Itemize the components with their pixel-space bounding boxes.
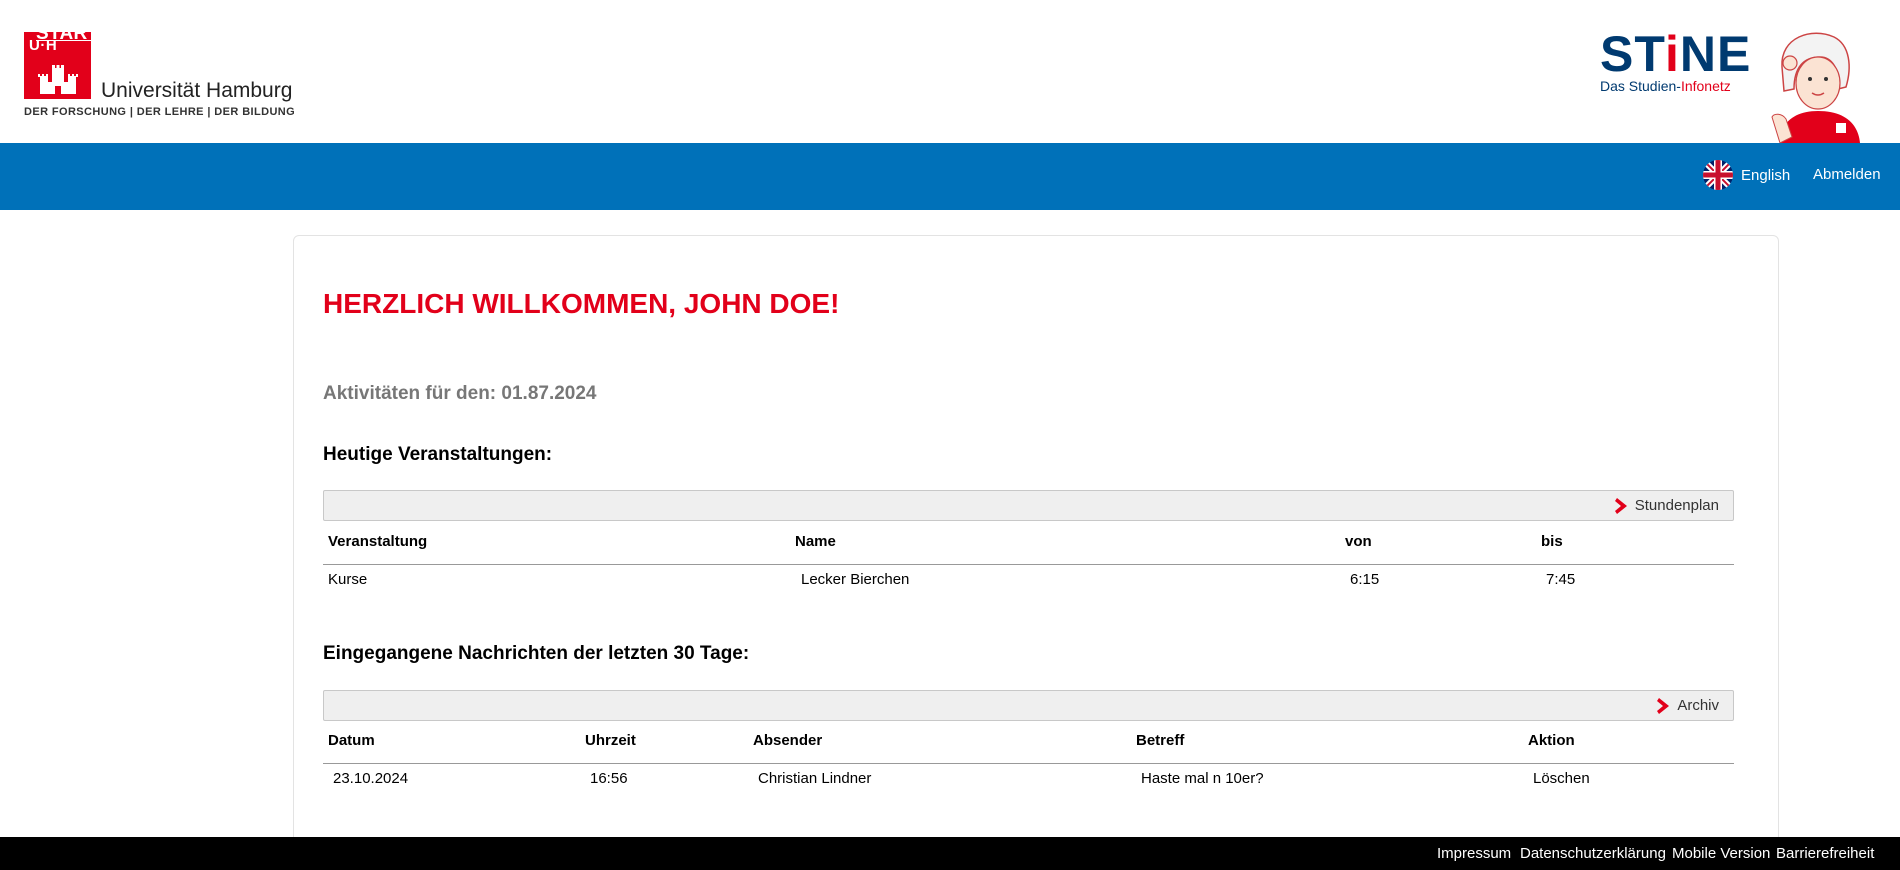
column-header-name: Name bbox=[795, 533, 836, 550]
page-title: HERZLICH WILLKOMMEN, JOHN DOE! bbox=[323, 288, 840, 319]
footer-link-mobile[interactable]: Mobile Version bbox=[1672, 837, 1770, 870]
column-header-aktion: Aktion bbox=[1528, 732, 1575, 749]
courses-toolbar: Stundenplan bbox=[323, 490, 1734, 521]
castle-icon bbox=[38, 65, 78, 94]
nav-item-benutzerkonto[interactable]: BENUTZERKONTO bbox=[745, 0, 921, 67]
footer-link-impressum[interactable]: Impressum bbox=[1437, 837, 1511, 870]
logout-link[interactable]: Abmelden bbox=[1813, 160, 1881, 190]
message-sender-cell: Christian Lindner bbox=[758, 770, 872, 787]
delete-message-button[interactable]: Löschen bbox=[1533, 770, 1590, 787]
stine-logo[interactable]: STiNE Das Studien-Infonetz bbox=[1596, 25, 1881, 143]
course-type-cell: Kurse bbox=[328, 571, 368, 588]
column-header-veranstaltung: Veranstaltung bbox=[328, 533, 428, 550]
stine-wordmark: STiNE bbox=[1600, 26, 1752, 82]
column-header-datum: Datum bbox=[328, 732, 375, 749]
archive-link-label: Archiv bbox=[1677, 697, 1719, 714]
language-label: English bbox=[1741, 166, 1791, 184]
mascot-illustration bbox=[1771, 32, 1860, 143]
university-name: Universität Hamburg bbox=[101, 79, 293, 102]
uk-flag-icon bbox=[1703, 160, 1733, 190]
column-header-uhrzeit: Uhrzeit bbox=[585, 732, 636, 749]
timetable-link-label: Stundenplan bbox=[1634, 497, 1719, 514]
university-tagline: DER FORSCHUNG | DER LEHRE | DER BILDUNG bbox=[24, 106, 296, 118]
nav-item-faq[interactable]: FAQ bbox=[1221, 0, 1261, 67]
messages-toolbar: Archiv bbox=[323, 690, 1734, 721]
stine-subtitle-suffix: Infonetz bbox=[1680, 78, 1731, 94]
table-header-divider bbox=[323, 763, 1734, 764]
nav-item-service[interactable]: SERVICE bbox=[1295, 0, 1380, 67]
stine-subtitle: Das Studien-Infonetz bbox=[1600, 78, 1731, 94]
archive-link[interactable]: Archiv bbox=[1657, 691, 1719, 720]
nav-item-termine[interactable]: TERMINE bbox=[181, 0, 269, 67]
message-subject-cell[interactable]: Haste mal n 10er? bbox=[1141, 770, 1264, 787]
language-switch[interactable]: English bbox=[1703, 160, 1790, 190]
course-end-cell: 7:45 bbox=[1546, 571, 1576, 588]
course-name-cell[interactable]: Lecker Bierchen bbox=[801, 571, 909, 588]
stine-subtitle-prefix: Das Studien- bbox=[1600, 78, 1681, 94]
main-navigation bbox=[0, 143, 1900, 210]
nav-item-startseite[interactable]: STARTSEITE bbox=[36, 0, 156, 67]
column-header-bis: bis bbox=[1541, 533, 1563, 550]
chevron-right-icon bbox=[1657, 697, 1670, 714]
chevron-right-icon bbox=[1614, 497, 1627, 514]
timetable-link[interactable]: Stundenplan bbox=[1614, 491, 1719, 520]
message-date-cell: 23.10.2024 bbox=[333, 770, 409, 787]
column-header-von: von bbox=[1345, 533, 1372, 550]
footer-link-barrierefreiheit[interactable]: Barrierefreiheit bbox=[1776, 837, 1874, 870]
nav-item-nachrichten[interactable]: NACHRICHTEN bbox=[300, 0, 443, 67]
section-title-courses: Heutige Veranstaltungen: bbox=[323, 444, 553, 465]
column-header-absender: Absender bbox=[753, 732, 823, 749]
footer-link-datenschutz[interactable]: Datenschutzerklärung bbox=[1520, 837, 1666, 870]
activities-date: Aktivitäten für den: 01.87.2024 bbox=[323, 383, 597, 404]
message-time-cell: 16:56 bbox=[590, 770, 628, 787]
nav-item-studium[interactable]: STUDIUM bbox=[623, 0, 712, 67]
table-header-divider bbox=[323, 564, 1734, 565]
column-header-betreff: Betreff bbox=[1136, 732, 1185, 749]
section-title-messages: Eingegangene Nachrichten der letzten 30 … bbox=[323, 643, 750, 664]
nav-item-vorlesungsverzeichnis[interactable]: VORLESUNGSVERZEICHNIS bbox=[942, 0, 1209, 67]
course-start-cell: 6:15 bbox=[1350, 571, 1380, 588]
nav-item-bewerbung[interactable]: BEWERBUNG bbox=[469, 0, 598, 67]
nav-item-kontakt[interactable]: KONTAKT bbox=[1408, 0, 1502, 67]
